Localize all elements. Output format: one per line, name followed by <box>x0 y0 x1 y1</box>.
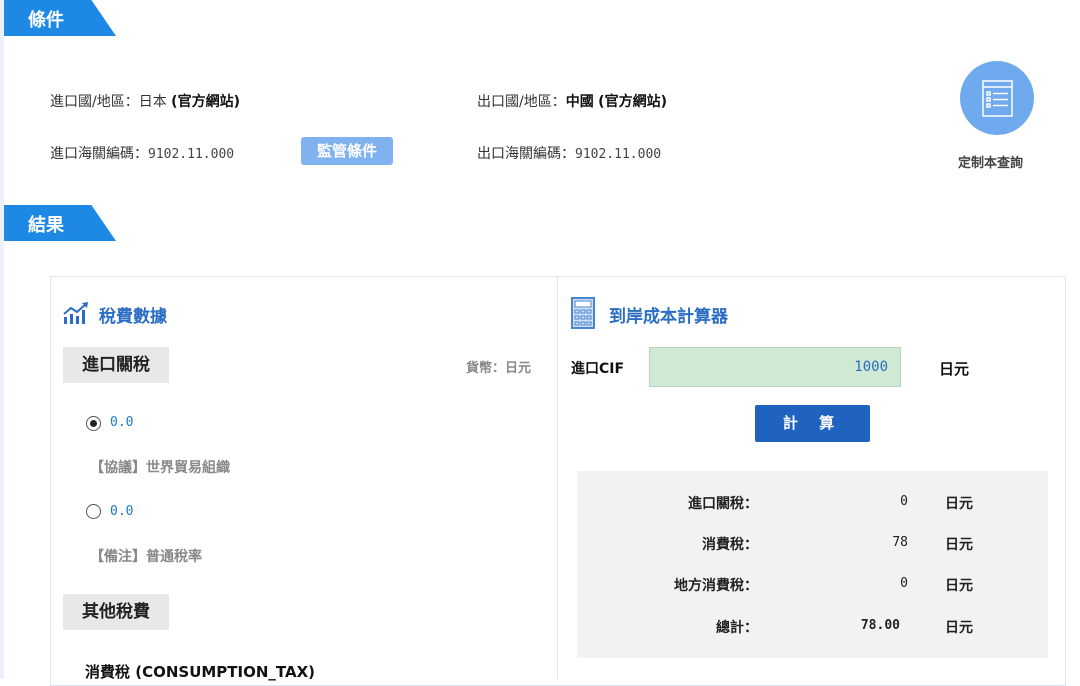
rate-note: 【協議】世界貿易組織 <box>90 457 230 477</box>
export-official-site-link[interactable]: (官方網站) <box>598 94 667 110</box>
export-code: 9102.11.000 <box>575 147 661 162</box>
import-country-label: 進口國/地區： <box>50 94 139 110</box>
rate-value: 0.0 <box>110 415 133 430</box>
rate-radio-general[interactable] <box>86 504 101 519</box>
result-value-total: 78.00 <box>820 618 900 633</box>
section-tag-conditions: 條件 <box>4 0 116 36</box>
left-border <box>0 0 4 679</box>
panel-divider <box>557 276 558 679</box>
rate-note: 【備注】普通稅率 <box>90 546 202 566</box>
result-value: 0 <box>828 494 908 509</box>
cif-input[interactable]: 1000 <box>649 347 901 387</box>
result-label: 地方消費稅： <box>598 575 758 595</box>
calculator-title: 到岸成本計算器 <box>609 302 728 327</box>
export-code-label: 出口海關編碼： <box>477 146 575 162</box>
result-unit: 日元 <box>945 575 973 595</box>
result-label: 消費稅： <box>598 534 758 554</box>
result-label: 進口關稅： <box>598 493 758 513</box>
section-tag-results: 結果 <box>4 205 116 241</box>
result-value: 78 <box>828 535 908 550</box>
import-code-row: 進口海關編碼：9102.11.000 <box>50 143 234 163</box>
import-code: 9102.11.000 <box>148 147 234 162</box>
rate-radio-wto[interactable] <box>86 416 101 431</box>
import-code-label: 進口海關編碼： <box>50 146 148 162</box>
cif-unit: 日元 <box>939 358 969 379</box>
growth-chart-icon <box>63 302 89 326</box>
calculate-button[interactable]: 計 算 <box>755 405 870 442</box>
list-form-icon <box>960 61 1034 135</box>
rate-value: 0.0 <box>110 504 133 519</box>
tax-panel-title: 稅費數據 <box>99 302 167 327</box>
currency-label: 貨幣：日元 <box>466 357 531 376</box>
import-country-row: 進口國/地區：日本 (官方網站) <box>50 91 240 111</box>
cif-label: 進口CIF <box>571 358 624 378</box>
import-official-site-link[interactable]: (官方網站) <box>171 94 240 110</box>
calculator-icon <box>571 297 595 329</box>
export-country-label: 出口國/地區： <box>477 94 566 110</box>
export-code-row: 出口海關編碼：9102.11.000 <box>477 143 661 163</box>
result-unit: 日元 <box>945 534 973 554</box>
result-label: 總計： <box>598 617 758 637</box>
custom-query-button[interactable] <box>960 61 1034 135</box>
other-fees-chip: 其他稅費 <box>63 594 169 630</box>
result-unit: 日元 <box>945 617 973 637</box>
import-country: 日本 <box>139 94 167 110</box>
calculation-results: 進口關稅： 0 日元 消費稅： 78 日元 地方消費稅： 0 日元 總計： 78… <box>577 471 1048 658</box>
export-country-row: 出口國/地區：中國 (官方網站) <box>477 91 667 111</box>
custom-query-label[interactable]: 定制本查詢 <box>958 152 1023 171</box>
export-country: 中國 <box>566 94 594 110</box>
regulation-conditions-button[interactable]: 監管條件 <box>301 137 393 165</box>
import-duty-chip: 進口關稅 <box>63 347 169 383</box>
result-value: 0 <box>828 576 908 591</box>
result-unit: 日元 <box>945 493 973 513</box>
